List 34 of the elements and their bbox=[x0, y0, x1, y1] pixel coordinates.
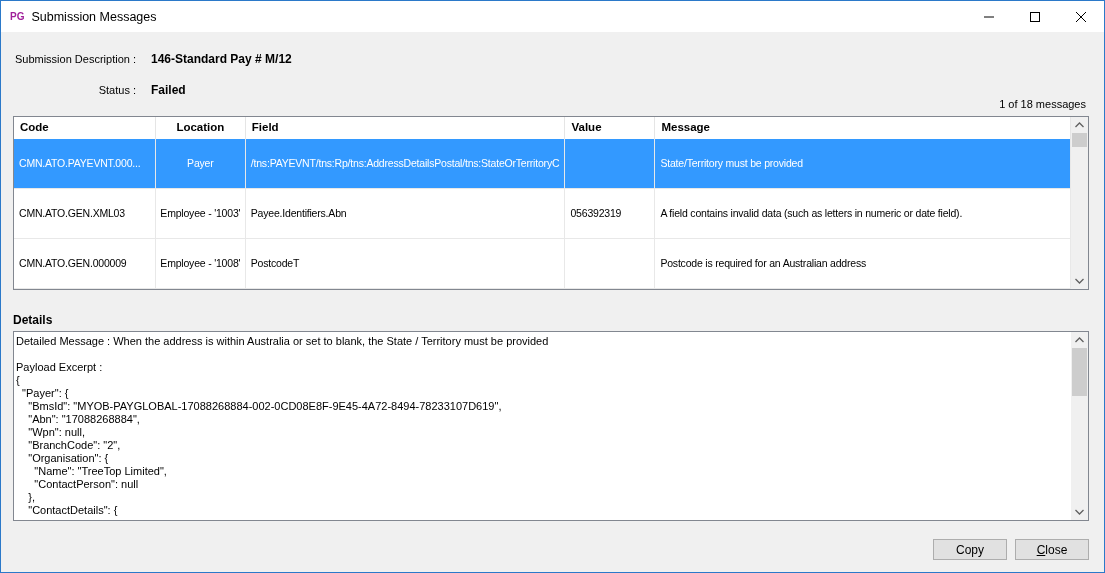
scroll-down-icon[interactable] bbox=[1075, 278, 1084, 284]
app-logo-icon: PG bbox=[10, 10, 25, 23]
close-icon[interactable] bbox=[1076, 11, 1086, 22]
scroll-up-icon[interactable] bbox=[1075, 337, 1084, 343]
scrollbar[interactable] bbox=[1071, 117, 1088, 289]
maximize-icon[interactable] bbox=[1030, 11, 1040, 22]
scroll-up-icon[interactable] bbox=[1075, 122, 1084, 128]
table-cell: CMN.ATO.PAYEVNT.000... bbox=[14, 139, 156, 188]
table-cell: CMN.ATO.GEN.XML03 bbox=[14, 189, 156, 238]
field-value: 146-Standard Pay # M/12 bbox=[151, 52, 292, 66]
scroll-thumb[interactable] bbox=[1072, 133, 1087, 147]
details-text: Detailed Message : When the address is within Australia or set to blank, the State / Territory must be provided Payload Excerpt : { "Payer": { "BmsId": "MYOB-PAYGLOBAL-17088268884-002-0CD08E8F-9E45-4A72-8494-78233107D619", "Abn": "17088268884", "Wpn": null, "BranchCode": "2", "Organisation": { "Name": "TreeTop Limited", "ContactPerson": null }, "ContactDetails": { bbox=[15, 334, 550, 518]
copy-button[interactable]: Copy bbox=[933, 539, 1007, 560]
field-value: Failed bbox=[151, 83, 186, 97]
table-row[interactable]: CMN.ATO.GEN.XML03 Employee - '1003' Payee.Identifiers.Abn 056392319 A field contains invalid data (such as letters in numeric or date field). bbox=[14, 189, 1071, 239]
scrollbar[interactable] bbox=[1071, 332, 1088, 520]
close-dialog-button[interactable]: Close bbox=[1015, 539, 1089, 560]
table-cell: Payer bbox=[155, 139, 246, 188]
table-cell: PostcodeT bbox=[245, 239, 566, 288]
window-title: Submission Messages bbox=[31, 9, 157, 24]
table-cell: Payee.Identifiers.Abn bbox=[245, 189, 566, 238]
message-count: 1 of 18 messages bbox=[999, 98, 1086, 112]
field-label: Status : bbox=[97, 84, 136, 96]
table-cell: Employee - '1008' bbox=[155, 239, 246, 288]
field-label: Submission Description : bbox=[13, 53, 136, 65]
table-cell: Employee - '1003' bbox=[155, 189, 246, 238]
scroll-thumb[interactable] bbox=[1072, 348, 1087, 396]
table-row[interactable]: CMN.ATO.GEN.000009 Employee - '1008' PostcodeT Postcode is required for an Australian address bbox=[14, 239, 1071, 289]
scroll-down-icon[interactable] bbox=[1075, 509, 1084, 515]
details-text-area[interactable] bbox=[13, 331, 1089, 521]
table-cell: 056392319 bbox=[565, 189, 656, 238]
section-label: Details bbox=[13, 313, 54, 328]
table-cell: /tns:PAYEVNT/tns:Rp/tns:AddressDetailsPostal/tns:StateOrTerritoryC bbox=[245, 139, 566, 188]
table-cell: CMN.ATO.GEN.000009 bbox=[14, 239, 156, 288]
